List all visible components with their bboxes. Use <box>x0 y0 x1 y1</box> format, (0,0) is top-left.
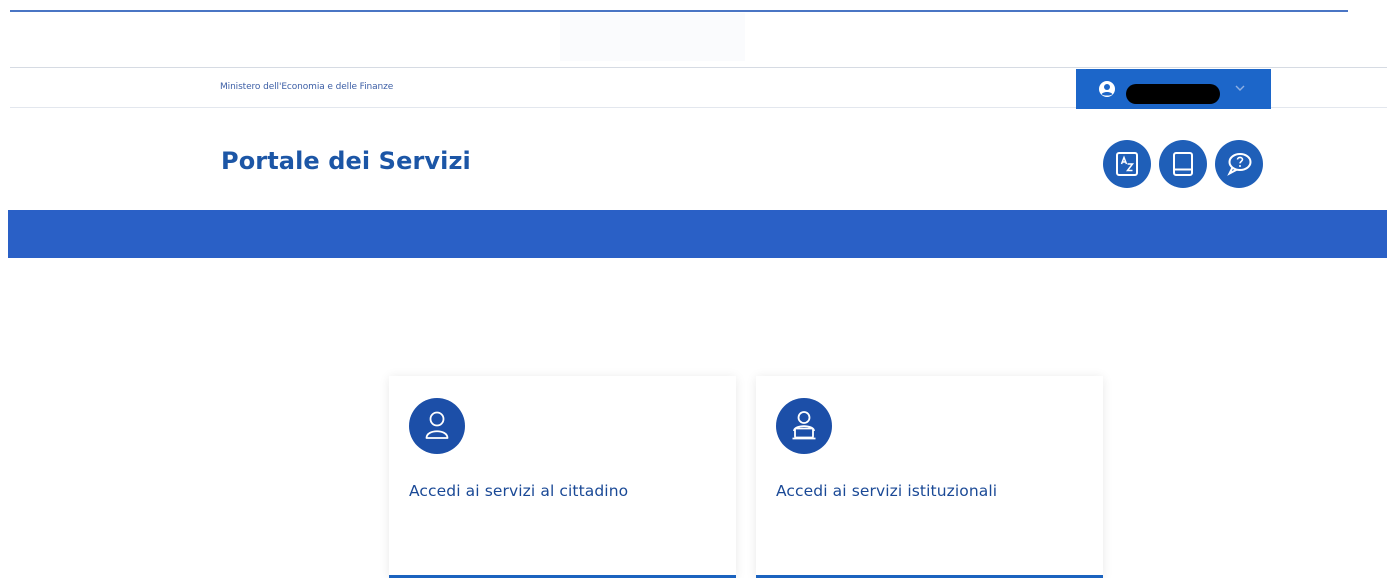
card-institutional-services[interactable]: Accedi ai servizi istituzionali <box>756 376 1103 578</box>
az-index-button[interactable] <box>1103 140 1151 188</box>
book-icon <box>1173 152 1193 176</box>
help-button[interactable] <box>1215 140 1263 188</box>
ministry-link[interactable]: Ministero dell'Economia e delle Finanze <box>220 82 393 92</box>
page-title: Portale dei Servizi <box>221 147 471 175</box>
az-index-icon <box>1116 152 1138 176</box>
person-laptop-icon <box>792 411 816 440</box>
user-circle-icon <box>1099 81 1115 97</box>
nav-band <box>8 210 1387 258</box>
user-name-redacted <box>1126 84 1220 104</box>
card-icon-circle <box>776 398 832 454</box>
help-chat-icon <box>1227 153 1252 176</box>
person-icon <box>425 411 449 439</box>
top-divider <box>10 10 1348 12</box>
card-label: Accedi ai servizi istituzionali <box>776 482 998 500</box>
card-icon-circle <box>409 398 465 454</box>
card-label: Accedi ai servizi al cittadino <box>409 482 629 500</box>
guide-button[interactable] <box>1159 140 1207 188</box>
header-divider-top <box>10 67 1387 68</box>
card-citizen-services[interactable]: Accedi ai servizi al cittadino <box>389 376 736 578</box>
chevron-down-icon <box>1235 85 1245 91</box>
top-placeholder-area <box>560 13 745 61</box>
